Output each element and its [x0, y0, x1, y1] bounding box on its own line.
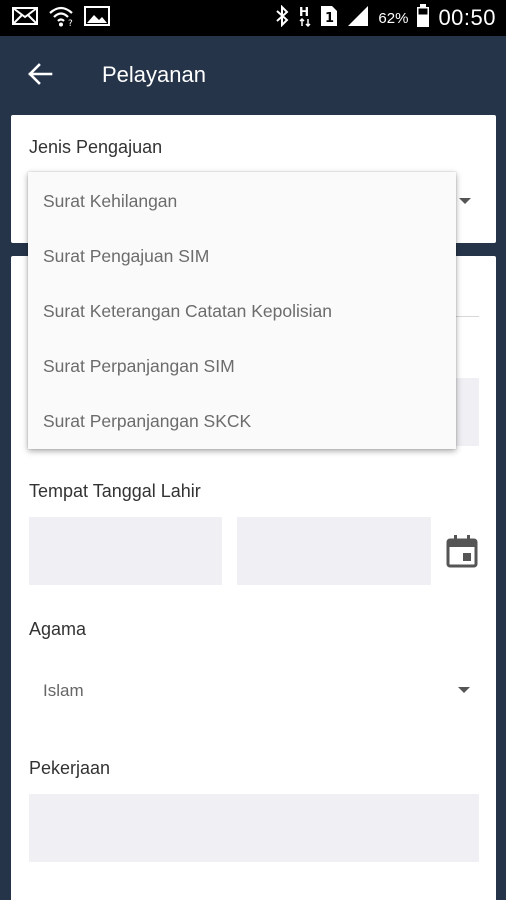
image-icon: [84, 5, 110, 31]
dropdown-option[interactable]: Surat Pengajuan SIM: [28, 229, 456, 284]
pekerjaan-label: Pekerjaan: [29, 758, 111, 778]
jenis-pengajuan-label: Jenis Pengajuan: [29, 137, 163, 157]
agama-select[interactable]: Islam: [43, 681, 84, 701]
arrow-left-icon: [27, 62, 53, 91]
bluetooth-icon: [274, 4, 290, 32]
status-bar-notifications: ?: [12, 5, 110, 32]
svg-text:?: ?: [68, 19, 73, 27]
calendar-icon[interactable]: [445, 534, 479, 573]
app-bar: Pelayanan: [0, 36, 506, 116]
status-bar-system: H 1 62% 00:50: [274, 0, 496, 36]
mail-icon: [12, 6, 38, 31]
battery-percent: 62%: [378, 9, 409, 27]
page-title: Pelayanan: [102, 62, 206, 87]
chevron-down-icon[interactable]: [459, 198, 471, 204]
svg-text:1: 1: [325, 11, 334, 26]
agama-label: Agama: [29, 619, 87, 639]
tempat-tanggal-lahir-label: Tempat Tanggal Lahir: [29, 481, 201, 501]
battery-icon: [416, 3, 430, 33]
tempat-lahir-input[interactable]: [29, 517, 222, 585]
dropdown-option[interactable]: Surat Kehilangan: [28, 174, 456, 229]
dropdown-option[interactable]: Surat Perpanjangan SIM: [28, 339, 456, 394]
dropdown-option[interactable]: Surat Perpanjangan SKCK: [28, 394, 456, 449]
clock: 00:50: [438, 5, 496, 30]
dropdown-option[interactable]: Surat Keterangan Catatan Kepolisian: [28, 284, 456, 339]
chevron-down-icon[interactable]: [458, 687, 470, 693]
tanggal-lahir-input[interactable]: [237, 517, 431, 585]
back-button[interactable]: [22, 58, 58, 94]
status-bar: ? H 1 62% 00:50: [0, 0, 506, 36]
sim-icon: 1: [320, 5, 338, 32]
signal-icon: [346, 5, 370, 32]
pekerjaan-input[interactable]: [29, 794, 479, 862]
jenis-pengajuan-dropdown: Surat Kehilangan Surat Pengajuan SIM Sur…: [28, 172, 456, 449]
svg-text:H: H: [299, 5, 309, 19]
hspa-icon: H: [298, 4, 312, 33]
wifi-icon: ?: [48, 5, 74, 32]
